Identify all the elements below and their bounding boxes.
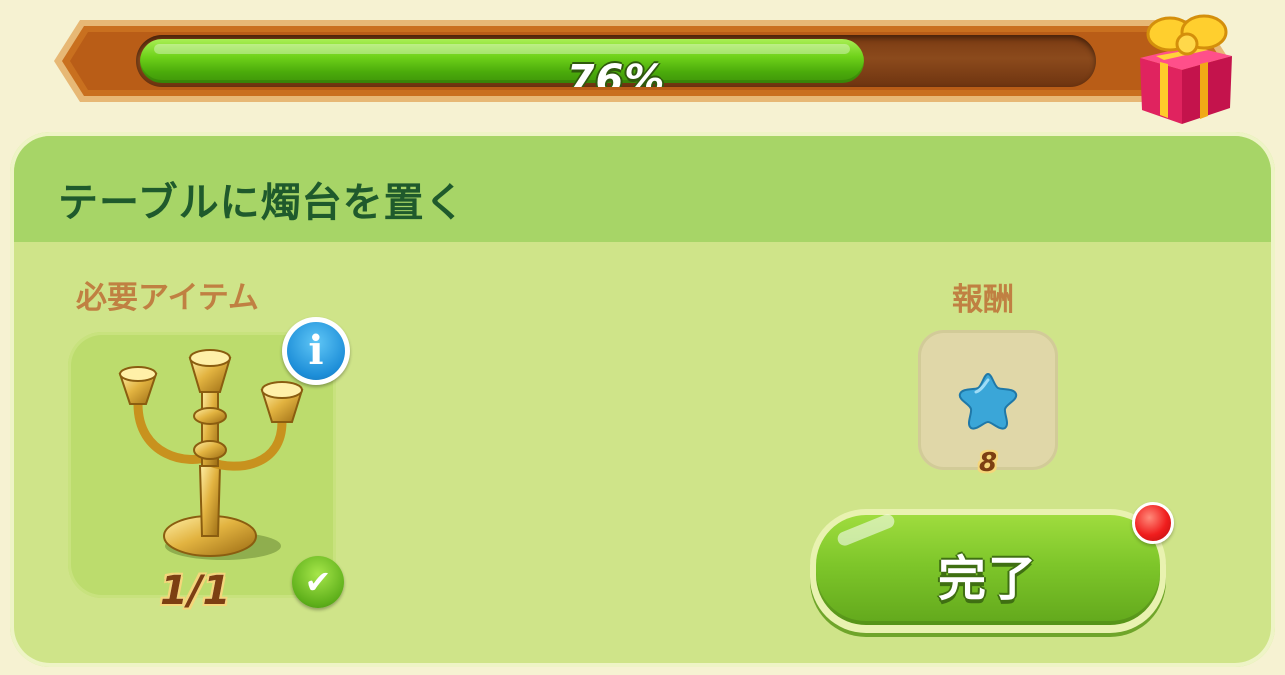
info-icon: i: [287, 322, 345, 380]
progress-bar: 76%: [52, 14, 1232, 124]
checkmark-icon: ✔: [292, 556, 344, 608]
game-screen: 76% テーブルに燭台を置く 必要アイテム 報酬 i 1/1 ✔ 8 完了: [0, 0, 1285, 675]
task-header: テーブルに燭台を置く: [14, 136, 1271, 242]
progress-percent: 76%: [566, 57, 666, 87]
gift-box-icon[interactable]: [1130, 12, 1240, 128]
task-panel: テーブルに燭台を置く 必要アイテム 報酬 i 1/1 ✔ 8 完了: [10, 132, 1275, 667]
item-count: 1/1: [160, 568, 231, 614]
candelabra-icon: [118, 349, 304, 560]
notification-dot: [1132, 502, 1174, 544]
reward-amount: 8: [978, 448, 998, 478]
blue-star-icon: [958, 372, 1018, 430]
complete-button[interactable]: 完了: [810, 509, 1166, 633]
item-info-button[interactable]: i: [282, 317, 350, 385]
complete-button-label: 完了: [937, 551, 1038, 607]
progress-track: 76%: [136, 35, 1096, 87]
reward-label: 報酬: [952, 282, 1014, 318]
required-items-label: 必要アイテム: [76, 280, 259, 316]
task-title: テーブルに燭台を置く: [58, 180, 466, 226]
